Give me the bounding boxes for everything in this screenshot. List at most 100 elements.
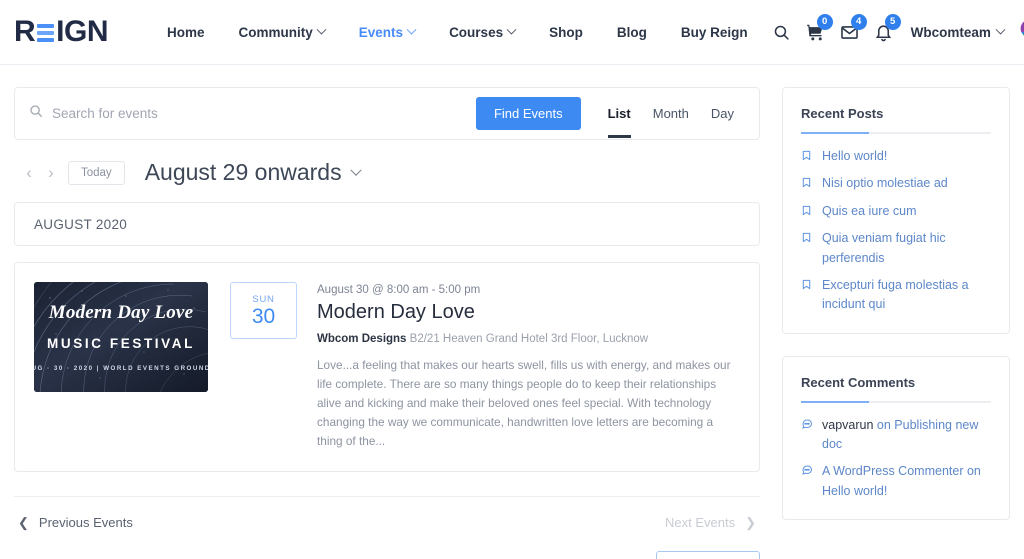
export-row: Export Events	[14, 550, 760, 559]
list-item[interactable]: Quia veniam fugiat hic perferendis	[801, 229, 991, 268]
nav-label: Courses	[449, 24, 504, 40]
list-item[interactable]: Hello world!	[801, 147, 991, 166]
recent-posts-title: Recent Posts	[801, 106, 884, 121]
event-thumbnail[interactable]: Modern Day Love MUSIC FESTIVAL AUG · 30 …	[34, 282, 208, 392]
list-item-label: Hello world!	[822, 149, 888, 163]
event-row: Modern Day Love MUSIC FESTIVAL AUG · 30 …	[14, 262, 760, 472]
list-item-label: Quis ea iure cum	[822, 203, 917, 218]
event-title[interactable]: Modern Day Love	[317, 301, 740, 324]
comment-author[interactable]: A WordPress Commenter	[822, 464, 963, 478]
list-item-label: Quia veniam fugiat hic perferendis	[822, 231, 946, 265]
svg-text:MUSIC FESTIVAL: MUSIC FESTIVAL	[47, 336, 195, 351]
event-date-badge: SUN 30	[230, 282, 297, 339]
site-header: R IGN Home Community Events Courses Shop…	[0, 0, 1024, 65]
event-venue: Wbcom Designs B2/21 Heaven Grand Hotel 3…	[317, 333, 740, 345]
nav-item-courses[interactable]: Courses	[432, 24, 532, 40]
list-item-label: Excepturi fuga molestias a incidunt qui	[822, 277, 969, 312]
list-item[interactable]: Nisi optio molestiae ad	[801, 174, 991, 193]
event-day-of-week: SUN	[252, 294, 275, 305]
event-venue-name: Wbcom Designs	[317, 333, 407, 345]
svg-text:AUG · 30 · 2020 | WORLD EVENTS: AUG · 30 · 2020 | WORLD EVENTS GROUNDS	[34, 365, 208, 372]
next-period-icon[interactable]: ›	[40, 160, 62, 186]
month-header: AUGUST 2020	[14, 202, 760, 246]
main-navigation: Home Community Events Courses Shop Blog …	[150, 24, 765, 40]
events-filter-bar: Find Events List Month Day	[14, 87, 760, 140]
user-menu[interactable]: Wbcomteam	[911, 24, 1006, 40]
logo-e-bars-icon	[37, 22, 55, 44]
bookmark-icon	[801, 276, 814, 315]
chevron-down-icon	[506, 24, 517, 35]
list-item-label: Nisi optio molestiae ad	[822, 176, 948, 191]
date-navigation: ‹ › Today August 29 onwards	[14, 140, 760, 202]
next-events-label: Next Events	[665, 515, 736, 531]
widget-recent-posts: Recent Posts Hello world! Nisi optio mol…	[782, 87, 1010, 334]
mail-icon[interactable]: 4	[833, 14, 867, 49]
nav-item-shop[interactable]: Shop	[532, 25, 600, 40]
search-icon[interactable]	[765, 15, 799, 49]
comment-connector: on	[963, 464, 981, 479]
previous-period-icon[interactable]: ‹	[18, 160, 40, 186]
page-container: Find Events List Month Day ‹ › Today Aug…	[0, 65, 1024, 559]
event-thumbnail-image: Modern Day Love MUSIC FESTIVAL AUG · 30 …	[34, 282, 208, 392]
widget-divider	[801, 132, 991, 134]
comment-author: vapvarun	[822, 417, 874, 432]
comment-text: A WordPress Commenter on Hello world!	[822, 462, 991, 501]
chevron-left-icon: ❮	[18, 514, 29, 530]
avatar[interactable]	[1014, 17, 1024, 47]
bookmark-icon	[801, 229, 814, 268]
logo-text-ign: IGN	[56, 15, 109, 48]
previous-events-label: Previous Events	[38, 515, 133, 531]
chevron-down-icon	[995, 24, 1006, 35]
tab-day[interactable]: Day	[700, 88, 745, 140]
tab-list[interactable]: List	[597, 88, 642, 140]
list-item[interactable]: Excepturi fuga molestias a incidunt qui	[801, 276, 991, 315]
event-venue-address: B2/21 Heaven Grand Hotel 3rd Floor, Luck…	[409, 333, 649, 345]
nav-item-buy-reign[interactable]: Buy Reign	[664, 25, 765, 40]
sidebar: Recent Posts Hello world! Nisi optio mol…	[782, 87, 1010, 559]
comment-icon	[801, 462, 814, 501]
comment-post-link[interactable]: Hello world!	[822, 484, 887, 498]
nav-item-home[interactable]: Home	[150, 25, 222, 40]
list-item[interactable]: A WordPress Commenter on Hello world!	[801, 462, 991, 501]
tab-month[interactable]: Month	[642, 88, 700, 140]
month-header-label: AUGUST 2020	[34, 216, 128, 232]
comment-connector: on	[873, 417, 895, 432]
svg-text:Modern Day Love: Modern Day Love	[48, 302, 194, 323]
widget-divider	[801, 400, 991, 403]
previous-events-link[interactable]: ❮ Previous Events	[18, 515, 133, 531]
list-item[interactable]: vapvarun on Publishing new doc	[801, 416, 991, 455]
header-actions: 0 4 5 Wbcomteam	[765, 14, 1024, 49]
notifications-badge: 5	[884, 14, 901, 30]
main-content: Find Events List Month Day ‹ › Today Aug…	[14, 87, 760, 559]
list-item[interactable]: Quis ea iure cum	[801, 202, 991, 221]
messages-badge: 4	[850, 14, 867, 30]
comment-text: vapvarun on Publishing new doc	[822, 416, 991, 455]
site-logo[interactable]: R IGN	[14, 15, 109, 49]
search-input[interactable]	[52, 106, 476, 121]
view-tabs: List Month Day	[597, 88, 745, 140]
find-events-button[interactable]: Find Events	[475, 97, 581, 130]
today-button[interactable]: Today	[68, 160, 125, 185]
cart-badge: 0	[816, 14, 833, 30]
nav-label: Home	[167, 24, 205, 40]
nav-label: Shop	[549, 24, 583, 40]
nav-item-community[interactable]: Community	[222, 24, 342, 40]
nav-item-blog[interactable]: Blog	[600, 25, 664, 40]
date-range-selector[interactable]: August 29 onwards	[144, 159, 362, 186]
bell-icon[interactable]: 5	[867, 14, 901, 49]
export-events-button[interactable]: Export Events	[656, 550, 760, 559]
date-range-label: August 29 onwards	[144, 159, 342, 185]
chevron-down-icon	[349, 164, 362, 176]
nav-item-events[interactable]: Events	[342, 24, 432, 40]
recent-comments-title: Recent Comments	[801, 374, 916, 390]
bookmark-icon	[801, 147, 814, 166]
event-day-number: 30	[251, 305, 276, 328]
search-icon	[29, 104, 43, 123]
search-field-wrapper	[29, 104, 476, 123]
avatar-lightbulb-icon	[1019, 19, 1024, 46]
cart-icon[interactable]: 0	[799, 14, 833, 49]
recent-comments-list: vapvarun on Publishing new doc A WordPre…	[801, 416, 991, 502]
nav-label: Buy Reign	[680, 24, 748, 40]
nav-label: Events	[358, 24, 404, 40]
comment-icon	[801, 416, 814, 455]
